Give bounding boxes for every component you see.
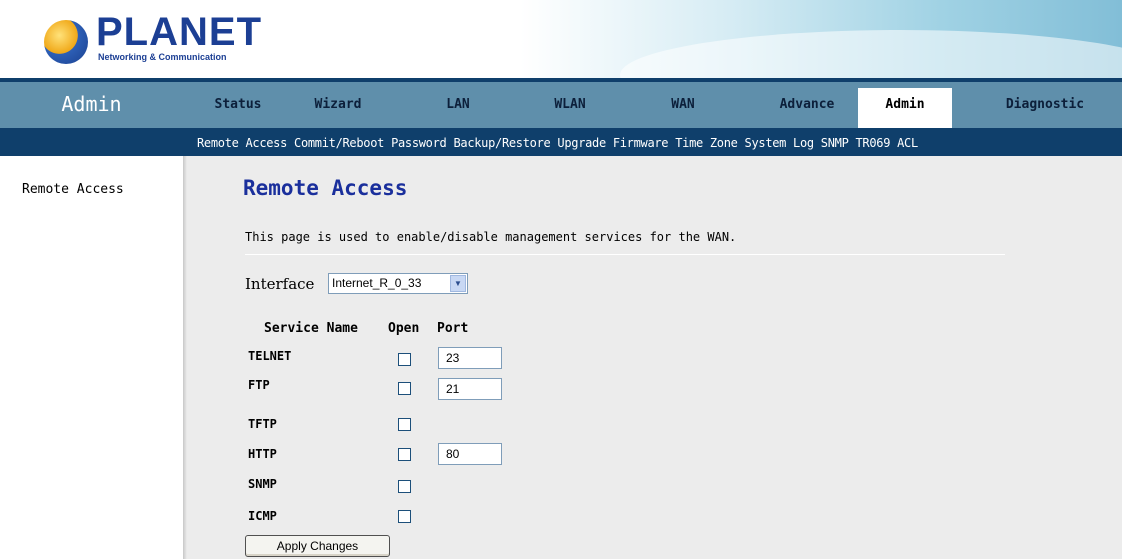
tab-diagnostic[interactable]: Diagnostic <box>985 82 1105 128</box>
service-icmp-label: ICMP <box>248 509 277 523</box>
logo-wordmark: PLANET <box>96 10 262 54</box>
section-title: Admin <box>61 92 122 116</box>
tab-wan[interactable]: WAN <box>645 82 721 128</box>
service-http-checkbox[interactable] <box>398 448 411 461</box>
service-telnet-checkbox[interactable] <box>398 353 411 366</box>
globe-icon <box>44 20 88 64</box>
apply-changes-button[interactable]: Apply Changes <box>245 535 390 557</box>
divider <box>245 254 1005 255</box>
subnav-snmp[interactable]: SNMP <box>821 136 849 150</box>
main-content: Remote Access This page is used to enabl… <box>187 156 1122 559</box>
service-snmp-checkbox[interactable] <box>398 480 411 493</box>
main-nav: Admin Status Wizard LAN WLAN WAN Advance… <box>0 82 1122 128</box>
header-service-name: Service Name <box>264 321 358 336</box>
service-ftp-port[interactable]: 21 <box>438 378 502 400</box>
service-tftp-checkbox[interactable] <box>398 418 411 431</box>
chevron-down-icon[interactable]: ▼ <box>450 275 466 292</box>
subnav-upgrade-firmware[interactable]: Upgrade Firmware <box>557 136 668 150</box>
tab-wlan[interactable]: WLAN <box>532 82 608 128</box>
service-ftp-checkbox[interactable] <box>398 382 411 395</box>
tab-status[interactable]: Status <box>200 82 276 128</box>
subnav-tr069[interactable]: TR069 <box>856 136 891 150</box>
tab-admin[interactable]: Admin <box>858 88 952 128</box>
sidebar: Remote Access <box>0 156 183 559</box>
logo-tagline: Networking & Communication <box>98 52 227 62</box>
subnav-system-log[interactable]: System Log <box>745 136 815 150</box>
header-open: Open <box>388 321 420 336</box>
service-telnet-label: TELNET <box>248 349 292 363</box>
service-icmp-checkbox[interactable] <box>398 510 411 523</box>
subnav-commit-reboot[interactable]: Commit/Reboot <box>294 136 384 150</box>
service-http-port[interactable]: 80 <box>438 443 502 465</box>
tab-lan[interactable]: LAN <box>420 82 496 128</box>
tab-advance[interactable]: Advance <box>762 82 852 128</box>
service-ftp-label: FTP <box>248 378 270 392</box>
subnav-password[interactable]: Password <box>391 136 447 150</box>
subnav-remote-access[interactable]: Remote Access <box>197 136 287 150</box>
header-port: Port <box>437 321 469 336</box>
page-title: Remote Access <box>243 176 408 200</box>
sub-nav: Remote Access Commit/Reboot Password Backup… <box>0 128 1122 156</box>
planet-logo: PLANET Networking & Communication <box>44 10 261 66</box>
sidebar-item-remote-access[interactable]: Remote Access <box>22 182 124 197</box>
service-http-label: HTTP <box>248 447 277 461</box>
interface-label: Interface <box>245 275 315 293</box>
tab-wizard[interactable]: Wizard <box>300 82 376 128</box>
service-snmp-label: SNMP <box>248 477 277 491</box>
interface-select[interactable]: Internet_R_0_33 ▼ <box>328 273 468 294</box>
subnav-acl[interactable]: ACL <box>897 136 918 150</box>
interface-select-value: Internet_R_0_33 <box>332 276 422 290</box>
header-banner: PLANET Networking & Communication <box>0 0 1122 78</box>
service-telnet-port[interactable]: 23 <box>438 347 502 369</box>
page-description: This page is used to enable/disable mana… <box>245 230 737 244</box>
subnav-backup-restore[interactable]: Backup/Restore <box>453 136 550 150</box>
subnav-time-zone[interactable]: Time Zone <box>675 136 738 150</box>
service-tftp-label: TFTP <box>248 417 277 431</box>
